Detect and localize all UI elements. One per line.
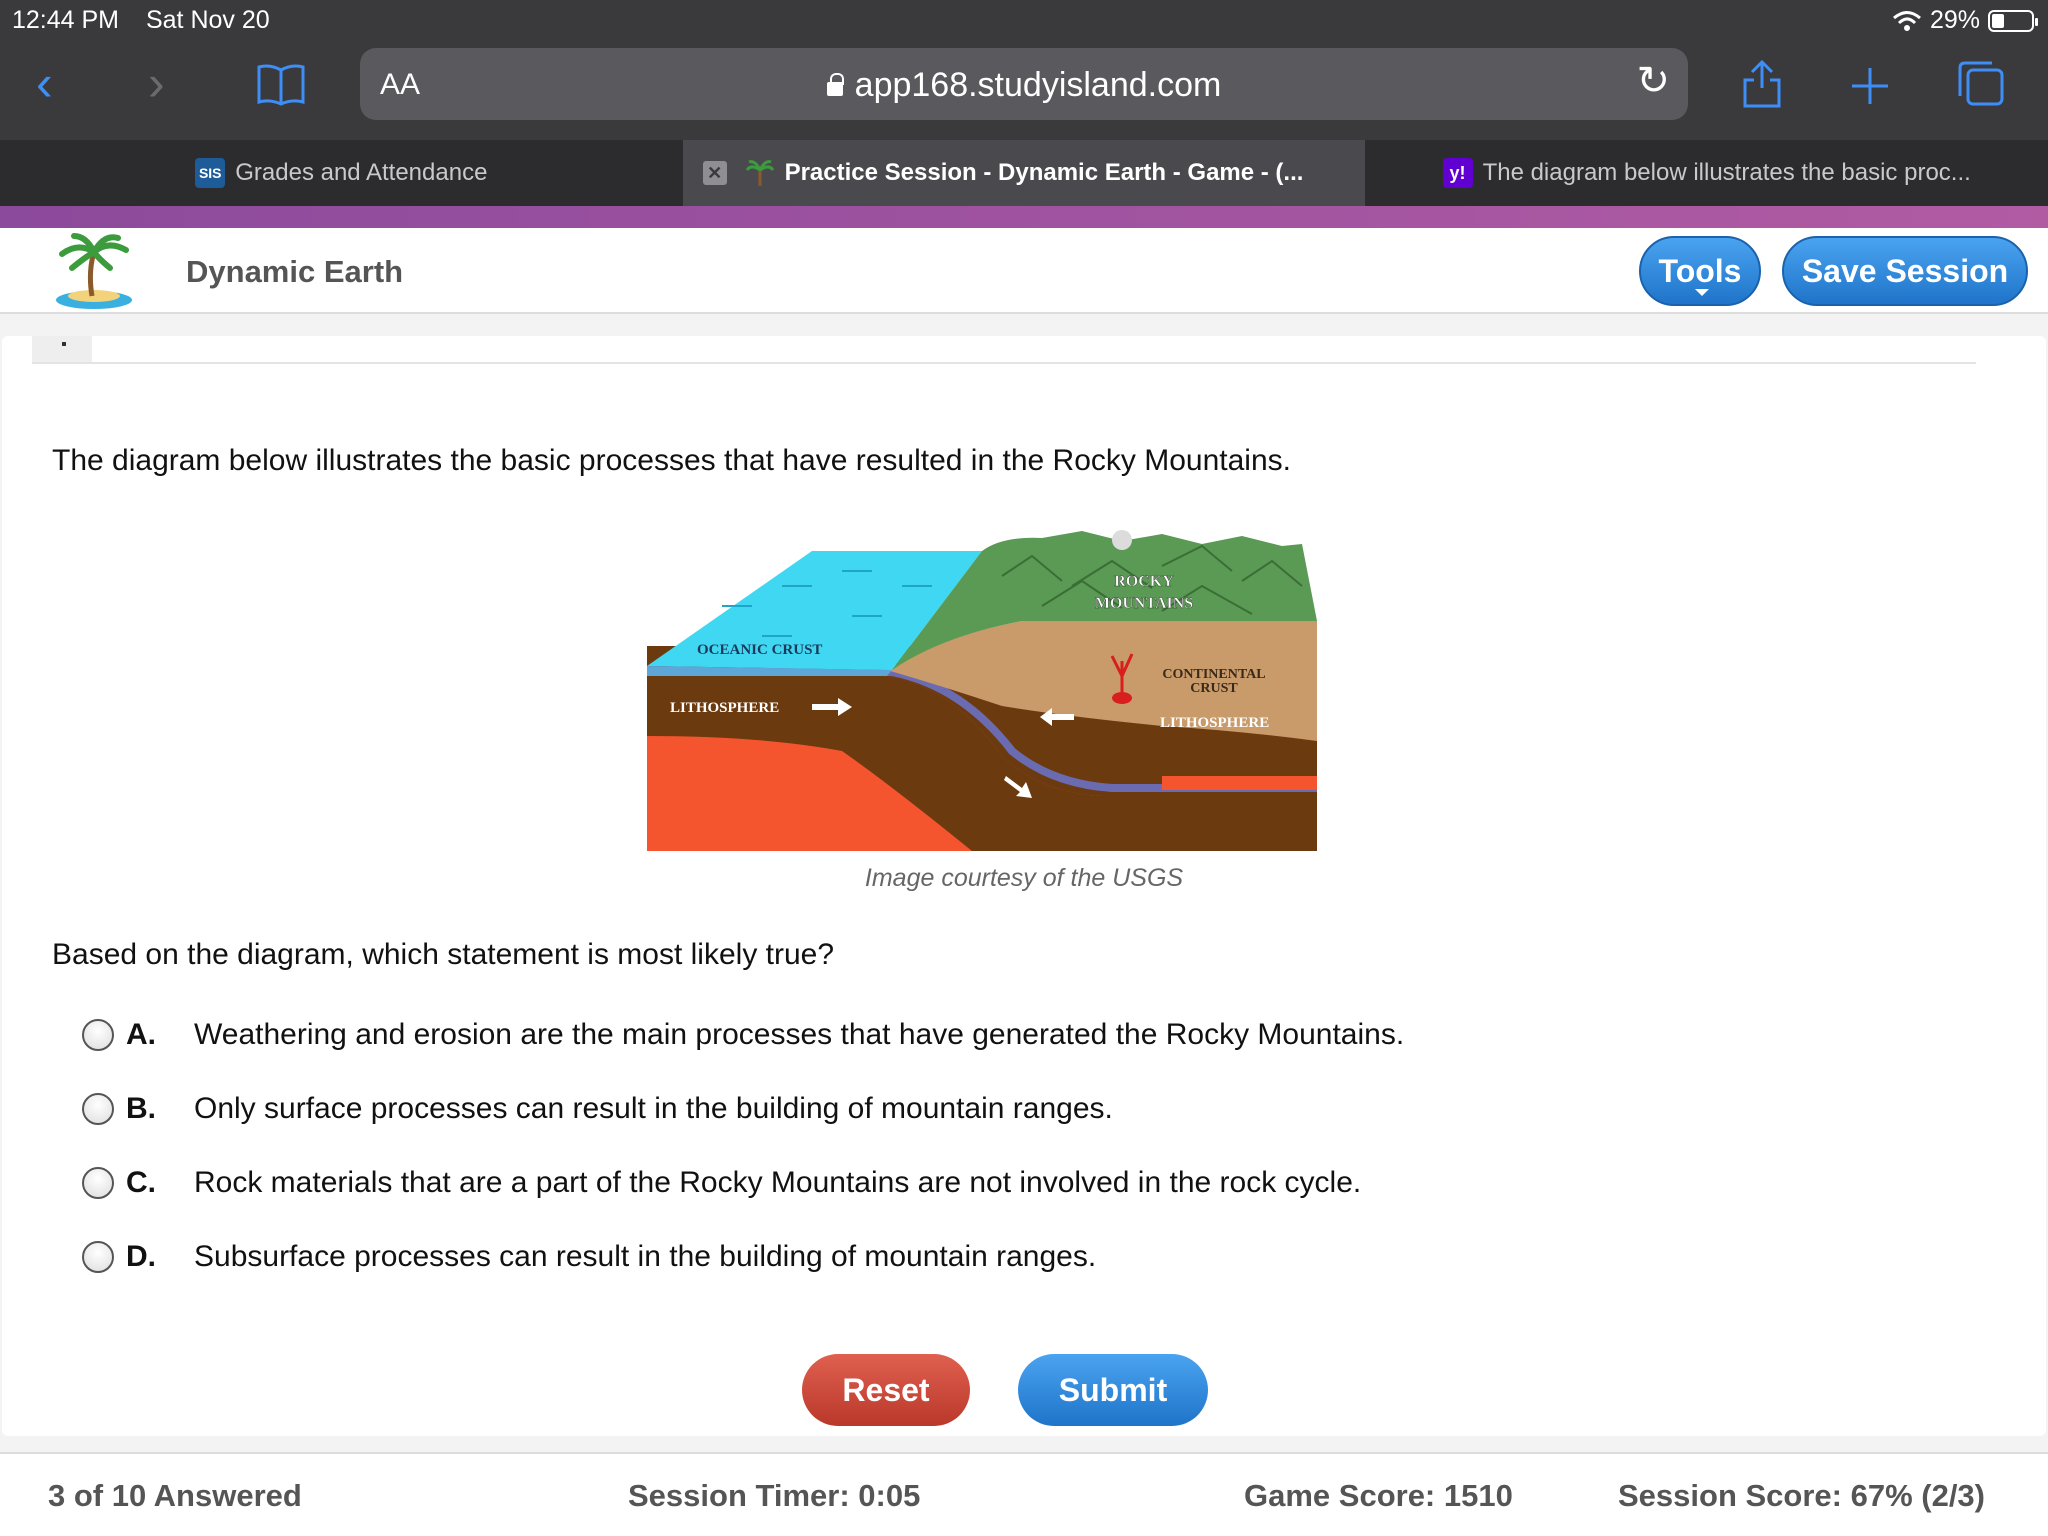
forward-icon[interactable]: › [148,58,165,108]
tabs-overview-icon[interactable] [1956,60,2006,108]
answer-choice-b[interactable]: B. Only surface processes can result in … [82,1084,1113,1134]
brand-bar [0,206,2048,228]
card-tab [32,336,92,364]
submit-button[interactable]: Submit [1018,1354,1208,1426]
status-bar-left: 12:44 PM Sat Nov 20 [12,6,290,35]
image-caption: Image courtesy of the USGS [864,864,1184,892]
label-lithosphere-right: LITHOSPHERE [1160,715,1269,731]
tools-button[interactable]: Tools [1639,236,1761,306]
radio-button[interactable] [82,1167,114,1199]
label-rocky: ROCKY [1114,573,1174,590]
page-title: Dynamic Earth [186,254,404,289]
wifi-icon [1892,10,1921,31]
app-header: Dynamic Earth Tools Save Session [0,228,2048,314]
status-bar-right: 29% [1892,6,2038,35]
choice-letter: D. [126,1240,156,1273]
reset-button[interactable]: Reset [802,1354,970,1426]
address-bar[interactable]: AA app168.studyisland.com ↻ [360,48,1688,120]
save-session-button[interactable]: Save Session [1782,236,2028,306]
island-logo-icon [56,233,132,309]
lock-icon [826,73,844,96]
tab-practice-session[interactable]: ✕ Practice Session - Dynamic Earth - Gam… [682,140,1366,206]
palm-tree-favicon-icon [745,160,774,186]
label-mountains: MOUNTAINS [1095,595,1193,612]
question-stem: The diagram below illustrates the basic … [52,444,1291,477]
choice-letter: A. [126,1018,156,1051]
label-crust: CRUST [1190,681,1238,696]
battery-icon [1988,9,2038,32]
tab-label: Practice Session - Dynamic Earth - Game … [784,159,1304,186]
reload-icon[interactable]: ↻ [1636,58,1670,104]
status-time: 12:44 PM [12,6,120,34]
browser-chrome: 12:44 PM Sat Nov 20 29% ‹ › AA app168.st… [0,0,2048,140]
tab-yahoo[interactable]: y! The diagram below illustrates the bas… [1365,140,2048,206]
choice-text: Rock materials that are a part of the Ro… [194,1166,1362,1199]
tab-bar: SIS Grades and Attendance ✕ Practice Ses… [0,140,2048,206]
tab-label: The diagram below illustrates the basic … [1482,159,1971,186]
radio-button[interactable] [82,1019,114,1051]
status-date: Sat Nov 20 [145,6,270,34]
answer-choice-a[interactable]: A. Weathering and erosion are the main p… [82,1010,1404,1060]
url-text: app168.studyisland.com [360,66,1688,105]
bookmarks-icon[interactable] [256,62,306,106]
tab-label: Grades and Attendance [235,159,488,186]
session-score: Session Score: 67% (2/3) [1618,1478,1985,1513]
choice-text: Weathering and erosion are the main proc… [194,1018,1405,1051]
choice-letter: B. [126,1092,156,1125]
question-card: The diagram below illustrates the basic … [2,336,2046,1436]
question-prompt: Based on the diagram, which statement is… [52,938,835,971]
answered-count: 3 of 10 Answered [48,1478,302,1513]
new-tab-icon[interactable] [1848,64,1892,108]
label-continental: CONTINENTAL [1162,667,1265,682]
session-timer: Session Timer: 0:05 [628,1478,921,1513]
label-lithosphere-left: LITHOSPHERE [670,700,779,716]
radio-button[interactable] [82,1241,114,1273]
answer-choice-c[interactable]: C. Rock materials that are a part of the… [82,1158,1361,1208]
choice-text: Subsurface processes can result in the b… [194,1240,1097,1273]
choice-letter: C. [126,1166,156,1199]
answer-choice-d[interactable]: D. Subsurface processes can result in th… [82,1232,1096,1282]
game-score: Game Score: 1510 [1244,1478,1513,1513]
tab-grades[interactable]: SIS Grades and Attendance [0,140,683,206]
divider [32,362,1976,364]
share-icon[interactable] [1740,58,1784,110]
battery-percent: 29% [1929,6,1980,34]
label-oceanic-crust: OCEANIC CRUST [697,642,822,658]
yahoo-favicon-icon: y! [1442,158,1473,188]
plate-subduction-diagram: ROCKY MOUNTAINS OCEANIC CRUST CONTINENTA… [647,530,1317,851]
sis-favicon-icon: SIS [195,158,226,188]
close-tab-icon[interactable]: ✕ [702,161,727,185]
choice-text: Only surface processes can result in the… [194,1092,1113,1125]
session-footer: 3 of 10 Answered Session Timer: 0:05 Gam… [0,1452,2048,1536]
back-icon[interactable]: ‹ [36,58,53,108]
radio-button[interactable] [82,1093,114,1125]
